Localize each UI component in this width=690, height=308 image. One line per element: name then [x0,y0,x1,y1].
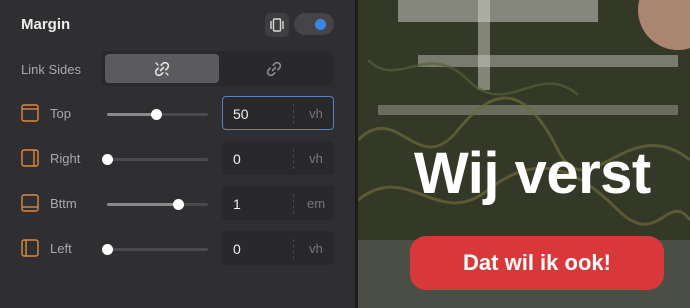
link-sides-linked-button[interactable] [105,54,219,83]
slider-fill [107,203,178,206]
margin-bottom-value: 1 [233,196,241,212]
margin-bottom-slider[interactable] [107,199,208,210]
device-icon [270,18,284,32]
panel-title: Margin [21,16,71,33]
hero-headline: Wij verst [414,141,651,206]
margin-left-slider[interactable] [102,244,208,255]
margin-row-bottom: Bttm 1 em [0,186,355,222]
margin-left-unit[interactable]: vh [305,241,327,256]
margin-right-label: Right [50,151,81,166]
margin-top-slider[interactable] [107,109,208,120]
margin-panel: Margin Link Sides Top 50 vh Right 0 vh B… [0,0,355,308]
slider-thumb[interactable] [102,244,113,255]
toggle-knob [315,19,326,30]
slider-thumb[interactable] [151,109,163,120]
margin-top-label: Top [50,106,71,121]
margin-left-input[interactable]: 0 vh [222,231,334,265]
margin-left-label: Left [50,241,72,256]
margin-bottom-icon [21,194,39,212]
margin-left-icon [21,239,39,257]
responsive-icon-button[interactable] [265,13,289,37]
margin-right-input[interactable]: 0 vh [222,141,334,175]
link-sides-segmented-control [101,51,334,86]
margin-top-icon [21,104,39,122]
slider-fill [107,113,157,116]
margin-row-left: Left 0 vh [0,231,355,267]
slider-thumb[interactable] [102,154,113,165]
chain-icon [266,61,282,76]
link-sides-unlinked-button[interactable] [217,54,331,83]
page-preview: Wij verst Dat wil ik ook! [358,0,690,308]
margin-row-top: Top 50 vh [0,96,355,132]
margin-left-value: 0 [233,241,241,257]
margin-top-input[interactable]: 50 vh [222,96,334,130]
margin-right-value: 0 [233,151,241,167]
margin-top-unit[interactable]: vh [305,106,327,121]
margin-bottom-input[interactable]: 1 em [222,186,334,220]
margin-right-slider[interactable] [102,154,208,165]
margin-toggle[interactable] [294,13,334,35]
cta-button[interactable]: Dat wil ik ook! [410,236,664,290]
margin-bottom-label: Bttm [50,196,77,211]
link-sides-label: Link Sides [21,62,81,77]
margin-right-unit[interactable]: vh [305,151,327,166]
margin-row-right: Right 0 vh [0,141,355,177]
margin-bottom-unit[interactable]: em [305,196,327,211]
margin-right-icon [21,149,39,167]
margin-top-value: 50 [233,106,249,122]
link-icon [154,61,170,76]
slider-thumb[interactable] [172,199,184,210]
